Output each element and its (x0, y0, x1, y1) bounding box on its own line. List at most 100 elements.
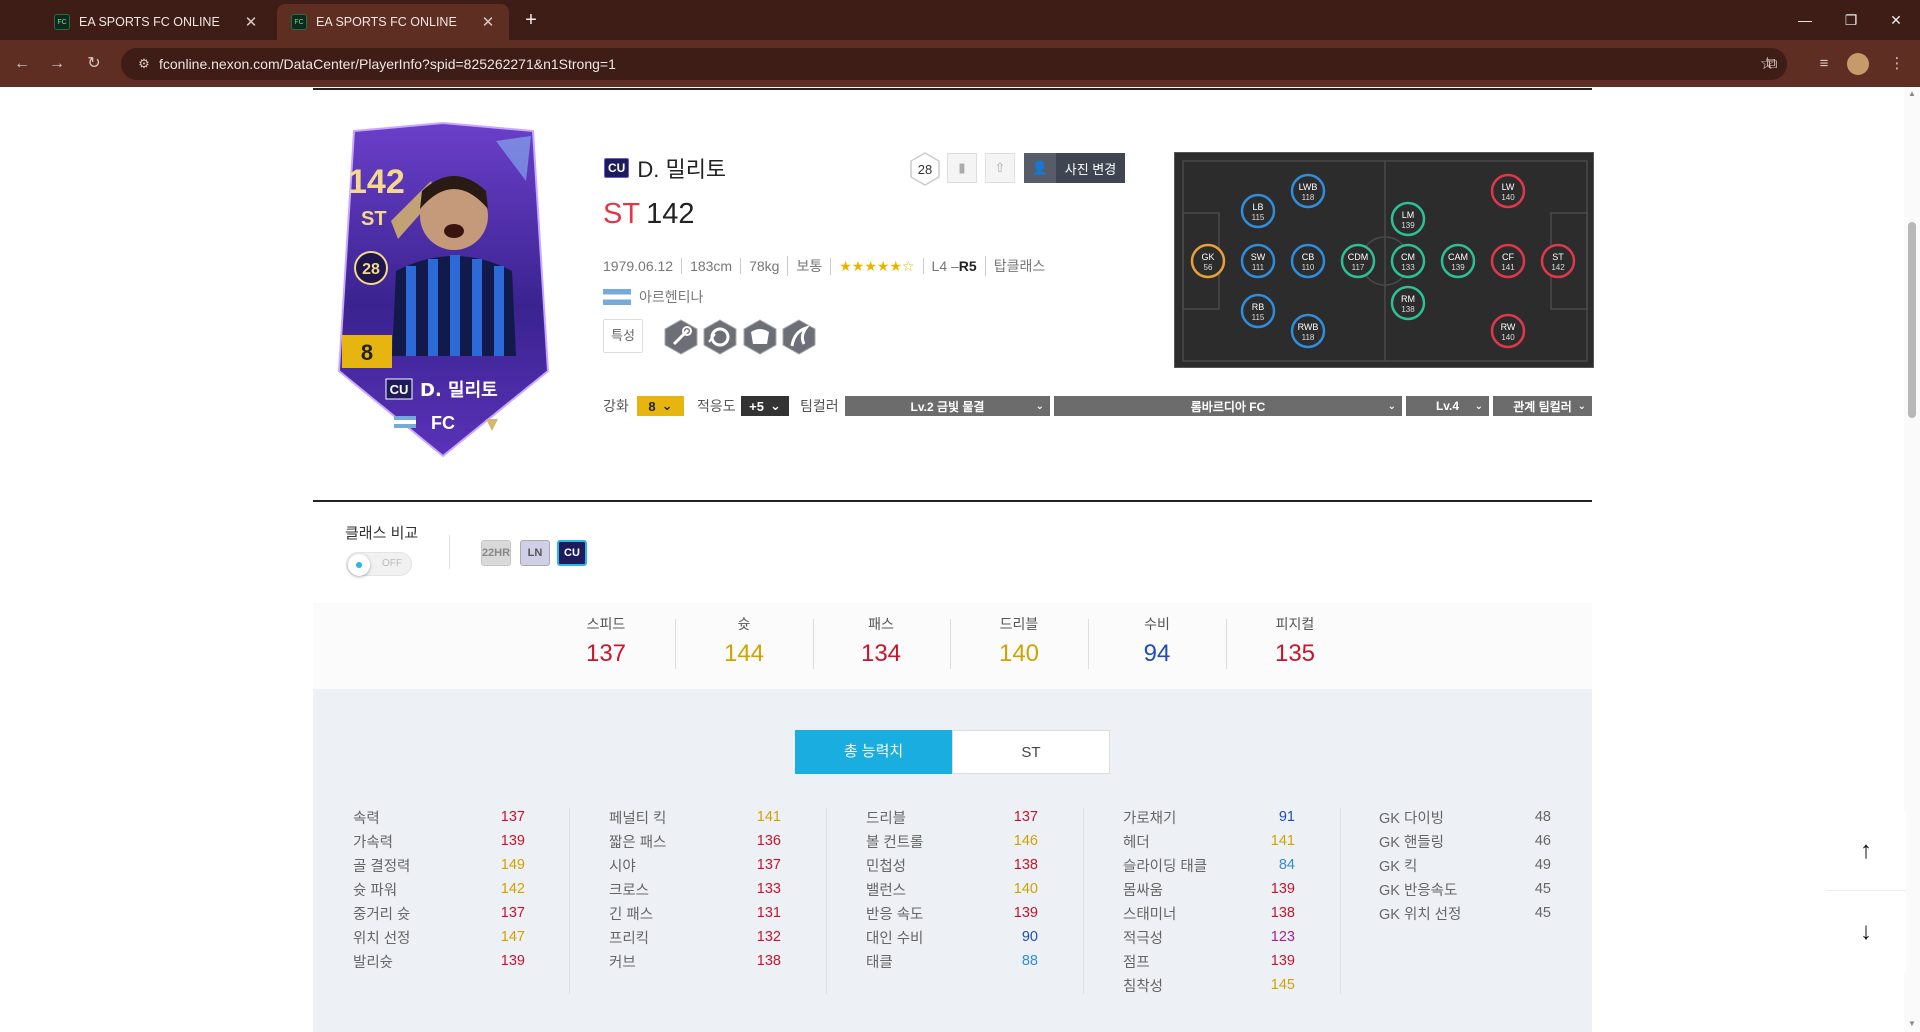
stat-row: 시야 137 (609, 853, 781, 877)
address-bar[interactable]: ⚙ fconline.nexon.com/DataCenter/PlayerIn… (121, 48, 1787, 80)
menu-dots-icon[interactable]: ⋮ (1883, 50, 1911, 78)
stat-value: 138 (756, 953, 781, 969)
position-ovr: 117 (1352, 263, 1365, 272)
position-node-cm[interactable]: CM133 (1390, 243, 1426, 279)
adaptability-select[interactable]: +5 ⌄ (741, 396, 789, 416)
scrollbar-thumb[interactable] (1908, 222, 1916, 418)
player-card: 142 ST 28 8 CU D. 밀리토 FC (336, 121, 551, 458)
class-badge: CU (604, 158, 630, 178)
restore-icon[interactable]: ❐ (1833, 6, 1869, 34)
position-node-cam[interactable]: CAM139 (1440, 243, 1476, 279)
back-arrow-icon[interactable]: ← (8, 50, 36, 78)
scroll-top-button[interactable]: ↑ (1826, 811, 1906, 891)
level-select[interactable]: Lv.4 ⌄ (1406, 396, 1489, 416)
close-tab-icon[interactable]: ✕ (242, 13, 260, 31)
stat-name: 대인 수비 (866, 930, 924, 947)
stat-name: 가속력 (353, 834, 394, 851)
position-node-gk[interactable]: GK56 (1190, 243, 1226, 279)
stat-name: 페널티 킥 (609, 810, 667, 827)
class-22hr-icon[interactable]: 22HR (481, 540, 511, 566)
club-select[interactable]: 롬바르디아 FC ⌄ (1054, 396, 1402, 416)
player-profile-line: 1979.06.12 183cm 78kg 보통 ★★★★★☆ L4 –R5 탑… (603, 256, 1053, 276)
enhance-select[interactable]: 8 ⌄ (637, 396, 684, 416)
position-node-lb[interactable]: LB115 (1240, 193, 1276, 229)
position-node-lm[interactable]: LM139 (1390, 201, 1426, 237)
chevron-down-icon: ⌄ (1474, 400, 1483, 412)
stat-row: 반응 속도 139 (866, 901, 1038, 925)
stat-row: 프리킥 132 (609, 925, 781, 949)
position-label: LWB (1299, 182, 1318, 192)
stat-value: 49 (1534, 857, 1551, 873)
stats-column: GK 다이빙 48 GK 핸들링 46 GK 킥 49 GK 반응속도 45 GK 위치 선정 4… (1379, 805, 1551, 925)
position-node-lwb[interactable]: LWB118 (1290, 173, 1326, 209)
summary-stat-value: 140 (998, 640, 1040, 667)
stat-value: 90 (1021, 929, 1038, 945)
stat-name: GK 위치 선정 (1379, 906, 1462, 923)
scroll-down-arrow-icon[interactable]: ▼ (1907, 1019, 1917, 1028)
stat-value: 136 (756, 833, 781, 849)
tab-position-stats[interactable]: ST (952, 730, 1110, 774)
share-button[interactable]: ⇧ (985, 153, 1015, 183)
position-node-cdm[interactable]: CDM117 (1340, 243, 1376, 279)
bookmark-button[interactable]: ▮ (947, 153, 977, 183)
class-compare-toggle[interactable]: OFF (346, 552, 412, 576)
profile-avatar[interactable] (1847, 53, 1869, 75)
trait-icon-3[interactable] (741, 318, 779, 356)
class-ln-icon[interactable]: LN (520, 540, 550, 566)
stat-value: 140 (1013, 881, 1038, 897)
media-control-icon[interactable]: ≡ (1810, 50, 1838, 78)
position-label: LB (1252, 202, 1263, 212)
change-photo-label: 사진 변경 (1064, 161, 1117, 177)
divider (569, 808, 570, 994)
position-node-cf[interactable]: CF141 (1490, 243, 1526, 279)
trait-icon-4[interactable] (780, 318, 818, 356)
close-tab-icon[interactable]: ✕ (479, 13, 497, 31)
new-tab-button[interactable]: + (518, 8, 544, 34)
position-node-rm[interactable]: RM138 (1390, 285, 1426, 321)
stat-name: 짧은 패스 (609, 834, 667, 851)
upload-icon: ⇧ (994, 160, 1006, 175)
browser-tab-2[interactable]: FC EA SPORTS FC ONLINE ✕ (277, 4, 509, 40)
class-cu-icon[interactable]: CU (557, 540, 587, 566)
reload-icon[interactable]: ↻ (80, 50, 108, 78)
browser-tab-1[interactable]: FC EA SPORTS FC ONLINE ✕ (40, 4, 272, 40)
stat-value: 137 (500, 809, 525, 825)
summary-stat-label: 수비 (1144, 616, 1170, 632)
stat-value: 139 (1013, 905, 1038, 921)
stat-name: 태클 (866, 954, 893, 971)
tab-title: EA SPORTS FC ONLINE (79, 15, 220, 29)
chevron-down-icon: ⌄ (769, 398, 781, 413)
summary-stat: 패스 134 (812, 614, 950, 668)
teamcolor-select[interactable]: Lv.2 금빛 물결 ⌄ (845, 396, 1050, 416)
stat-name: 드리블 (866, 810, 907, 827)
change-photo-button[interactable]: 👤 사진 변경 (1024, 153, 1125, 183)
stat-name: 가로채기 (1123, 810, 1177, 827)
stat-value: 139 (1270, 881, 1295, 897)
stat-value: 91 (1278, 809, 1295, 825)
trait-icon-2[interactable] (701, 318, 739, 356)
position-node-lw[interactable]: LW140 (1490, 173, 1526, 209)
position-node-rw[interactable]: RW140 (1490, 313, 1526, 349)
stat-value: 133 (756, 881, 781, 897)
relation-teamcolor-select[interactable]: 관계 팀컬러 ⌄ (1493, 396, 1592, 416)
scroll-bottom-button[interactable]: ↓ (1826, 892, 1906, 972)
chevron-down-icon: ⌄ (1035, 400, 1044, 412)
site-info-icon[interactable]: ⚙ (129, 56, 159, 72)
position-node-sw[interactable]: SW111 (1240, 243, 1276, 279)
position-node-rwb[interactable]: RWB118 (1290, 313, 1326, 349)
trait-icon-1[interactable] (662, 318, 700, 356)
summary-stat: 피지컬 135 (1226, 614, 1364, 668)
minimize-icon[interactable]: — (1787, 6, 1823, 34)
scroll-up-arrow-icon[interactable]: ▲ (1907, 89, 1917, 98)
forward-arrow-icon[interactable]: → (43, 50, 71, 78)
divider (449, 535, 450, 569)
window-close-icon[interactable]: ✕ (1878, 6, 1914, 34)
tab-total-stats[interactable]: 총 능력치 (795, 730, 952, 774)
position-node-st[interactable]: ST142 (1540, 243, 1576, 279)
position-label: CB (1302, 252, 1315, 262)
summary-stat-label: 스피드 (586, 616, 626, 632)
stat-name: 몸싸움 (1123, 882, 1164, 899)
position-node-rb[interactable]: RB115 (1240, 293, 1276, 329)
position-node-cb[interactable]: CB110 (1290, 243, 1326, 279)
extensions-icon[interactable]: ⧉ (1758, 50, 1786, 78)
